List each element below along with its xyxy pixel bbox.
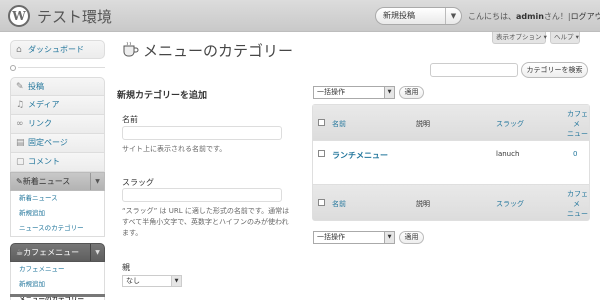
column-count-line2[interactable]: メ bbox=[573, 119, 580, 129]
wordpress-logo-icon[interactable]: W bbox=[8, 5, 30, 27]
select-all-checkbox-footer[interactable] bbox=[318, 199, 325, 206]
apply-button-bottom[interactable]: 適用 bbox=[399, 231, 424, 244]
column-name[interactable]: 名前 bbox=[332, 119, 346, 129]
submenu-item-news-categories[interactable]: ニュースのカテゴリー bbox=[11, 221, 104, 236]
category-count-link[interactable]: 0 bbox=[573, 150, 577, 158]
name-label: 名前 bbox=[122, 115, 138, 124]
greeting-prefix: こんにちは、 bbox=[468, 12, 516, 21]
chevron-down-icon[interactable]: ▼ bbox=[90, 173, 104, 190]
slug-label: スラッグ bbox=[122, 178, 154, 187]
submenu-item-cafe-all[interactable]: カフェメニュー bbox=[11, 262, 104, 277]
bulk-actions-value: 一括操作 bbox=[317, 88, 345, 96]
parent-select[interactable]: なし ▼ bbox=[122, 275, 182, 287]
media-icon: ♫ bbox=[16, 100, 25, 110]
chevron-down-icon: ▼ bbox=[171, 276, 181, 286]
column-slug[interactable]: スラッグ bbox=[496, 119, 524, 129]
name-field[interactable] bbox=[122, 126, 282, 140]
column-count-footer-line3[interactable]: ニュー bbox=[567, 209, 588, 219]
sidebar-item-comments[interactable]: ▢ コメント bbox=[10, 153, 105, 172]
collapse-icon bbox=[10, 65, 16, 71]
sidebar-item-cafe-menu[interactable]: ☕カフェメニュー ▼ bbox=[10, 243, 105, 262]
submenu-item-cafe-add[interactable]: 新規追加 bbox=[11, 277, 104, 292]
pin-icon: ✎ bbox=[16, 177, 23, 186]
sidebar-item-label: 固定ページ bbox=[28, 138, 68, 147]
chevron-down-icon[interactable]: ▼ bbox=[445, 8, 461, 24]
search-input[interactable] bbox=[430, 63, 518, 77]
help-tab[interactable]: ヘルプ ▾ bbox=[550, 32, 580, 44]
chevron-down-icon: ▼ bbox=[384, 87, 394, 98]
slug-description: “スラッグ” は URL に適した形式の名前です。通常はすべて半角小文字で、英数… bbox=[122, 207, 290, 237]
username-link[interactable]: admin bbox=[516, 12, 544, 21]
sidebar-item-label: 投稿 bbox=[28, 82, 44, 91]
favorite-actions-dropdown[interactable]: 新規投稿 ▼ bbox=[375, 7, 462, 25]
bulk-actions-value: 一括操作 bbox=[317, 233, 345, 241]
bulk-actions-select-bottom[interactable]: 一括操作 ▼ bbox=[313, 231, 395, 244]
sidebar-bottom-bar bbox=[10, 294, 105, 297]
chevron-down-icon: ▼ bbox=[384, 232, 394, 243]
category-name-link[interactable]: ランチメニュー bbox=[332, 150, 388, 161]
parent-label: 親 bbox=[122, 263, 130, 272]
site-title[interactable]: テスト環境 bbox=[37, 6, 112, 27]
page-icon: ▤ bbox=[16, 138, 25, 148]
apply-button-top[interactable]: 適用 bbox=[399, 86, 424, 99]
pin-icon: ✎ bbox=[16, 82, 24, 92]
user-greeting: こんにちは、adminさん！|ログアウト bbox=[468, 11, 600, 22]
column-count-line3[interactable]: ニュー bbox=[567, 129, 588, 139]
slug-field[interactable] bbox=[122, 188, 282, 202]
column-description: 説明 bbox=[416, 120, 430, 128]
divider bbox=[18, 67, 105, 68]
sidebar-item-label: コメント bbox=[28, 157, 60, 166]
news-submenu: 新着ニュース 新規追加 ニュースのカテゴリー bbox=[10, 191, 105, 237]
sidebar-item-dashboard[interactable]: ⌂ ダッシュボード bbox=[10, 40, 105, 59]
sidebar-item-news[interactable]: ✎新着ニュース ▼ bbox=[10, 172, 105, 191]
column-count-footer-line2[interactable]: メ bbox=[573, 199, 580, 209]
column-count-line1[interactable]: カフェ bbox=[567, 109, 588, 119]
page-title: メニューのカテゴリー bbox=[143, 42, 294, 60]
logout-link[interactable]: ログアウト bbox=[571, 12, 600, 21]
greeting-suffix: さん！ bbox=[543, 12, 568, 21]
sidebar-item-label: リンク bbox=[28, 119, 52, 128]
admin-sidebar: ⌂ ダッシュボード ✎ 投稿 ♫ メディア ∞ リンク ▤ 固定ページ ▢ コメント ✎新着… bbox=[10, 40, 105, 300]
column-description-footer: 説明 bbox=[416, 200, 430, 208]
sidebar-item-media[interactable]: ♫ メディア bbox=[10, 96, 105, 115]
select-all-checkbox[interactable] bbox=[318, 119, 325, 126]
sidebar-item-links[interactable]: ∞ リンク bbox=[10, 115, 105, 134]
link-icon: ∞ bbox=[16, 119, 24, 129]
category-slug: lanuch bbox=[496, 150, 520, 158]
sidebar-item-label: ダッシュボード bbox=[28, 45, 84, 54]
column-slug-footer[interactable]: スラッグ bbox=[496, 199, 524, 209]
chevron-down-icon[interactable]: ▼ bbox=[90, 244, 104, 261]
categories-table: 名前 説明 スラッグ カフェ メ ニュー ランチメニュー lanuch 0 名前… bbox=[312, 104, 590, 221]
admin-header: W テスト環境 新規投稿 ▼ こんにちは、adminさん！|ログアウト bbox=[0, 0, 600, 32]
submenu-item-news-all[interactable]: 新着ニュース bbox=[11, 191, 104, 206]
sidebar-item-label: カフェメニュー bbox=[23, 248, 80, 257]
add-category-heading: 新規カテゴリーを追加 bbox=[117, 91, 208, 101]
column-name-footer[interactable]: 名前 bbox=[332, 199, 346, 209]
column-count-footer-line1[interactable]: カフェ bbox=[567, 189, 588, 199]
sidebar-item-pages[interactable]: ▤ 固定ページ bbox=[10, 134, 105, 153]
screen-options-tab[interactable]: 表示オプション ▾ bbox=[492, 32, 547, 44]
sidebar-item-label: 新着ニュース bbox=[22, 177, 71, 186]
row-checkbox[interactable] bbox=[318, 150, 325, 157]
home-icon: ⌂ bbox=[16, 45, 22, 55]
sidebar-item-label: メディア bbox=[28, 100, 60, 109]
sidebar-item-posts[interactable]: ✎ 投稿 bbox=[10, 77, 105, 96]
parent-select-value: なし bbox=[126, 277, 140, 285]
table-header: 名前 説明 スラッグ カフェ メ ニュー bbox=[313, 105, 589, 141]
search-categories-button[interactable]: カテゴリーを検索 bbox=[521, 62, 588, 78]
name-description: サイト上に表示される名前です。 bbox=[122, 145, 227, 153]
menu-collapse-toggle[interactable] bbox=[10, 65, 105, 71]
favorite-actions-label: 新規投稿 bbox=[383, 11, 415, 20]
coffee-cup-icon bbox=[123, 41, 139, 57]
submenu-item-news-add[interactable]: 新規追加 bbox=[11, 206, 104, 221]
comment-icon: ▢ bbox=[16, 157, 25, 167]
table-footer: 名前 説明 スラッグ カフェ メ ニュー bbox=[313, 184, 589, 220]
bulk-actions-select-top[interactable]: 一括操作 ▼ bbox=[313, 86, 395, 99]
